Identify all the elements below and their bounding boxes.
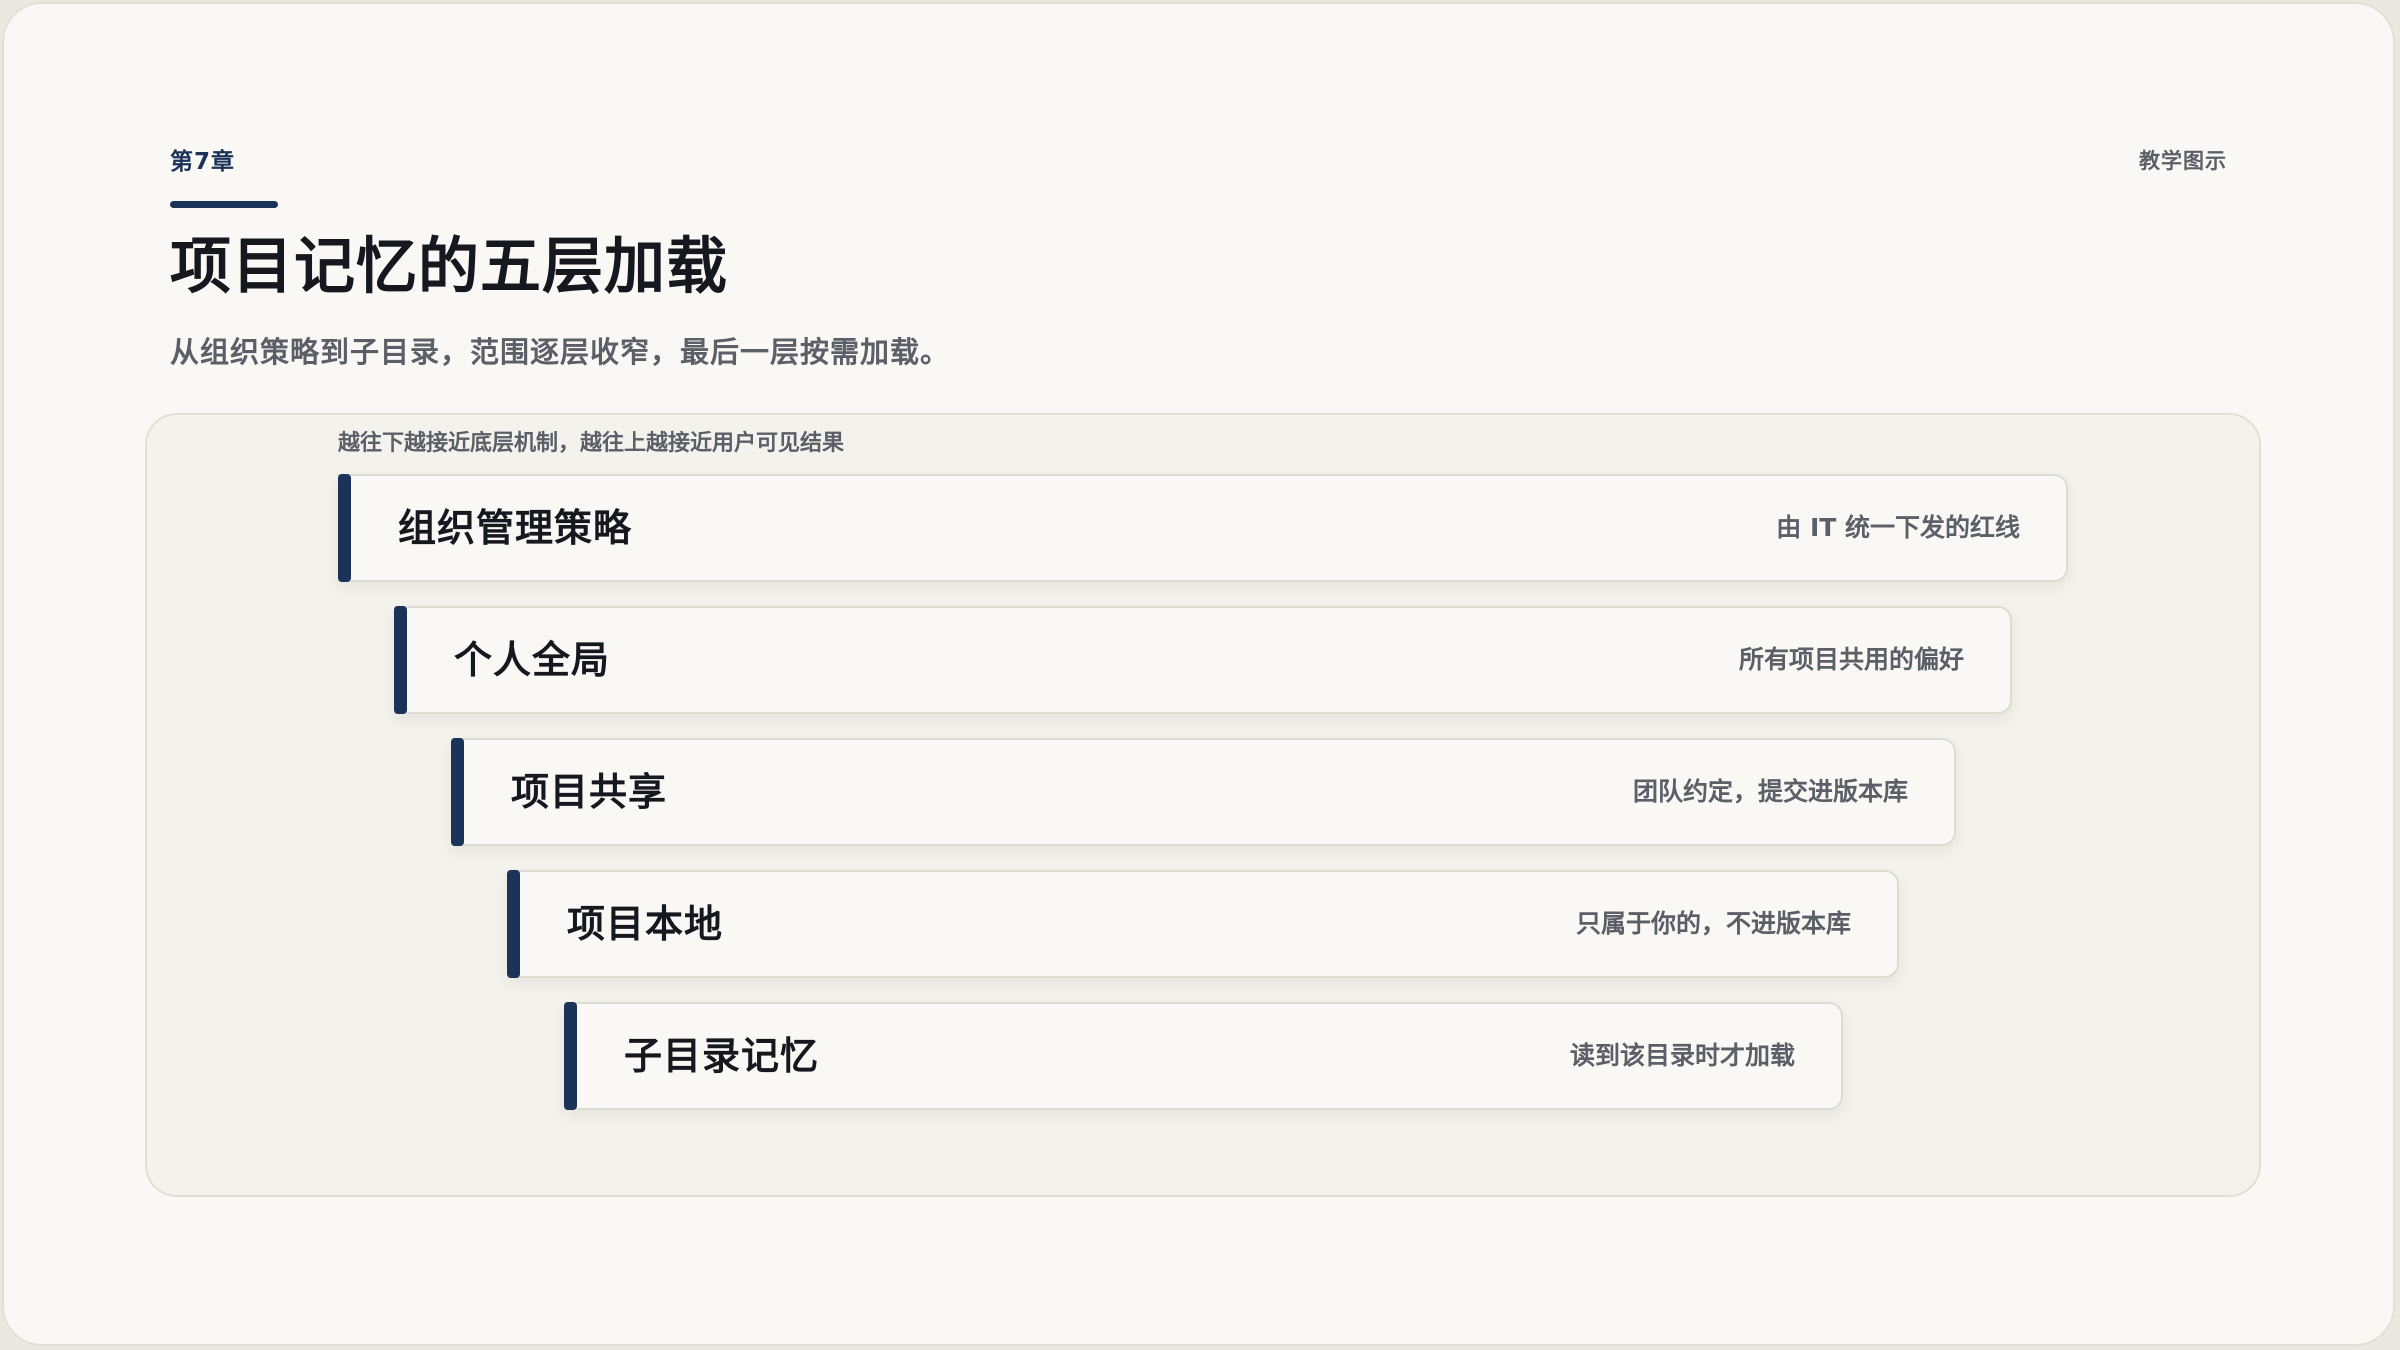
layer-project-shared: 项目共享 团队约定，提交进版本库: [451, 738, 1956, 846]
layer-subdirectory-memory: 子目录记忆 读到该目录时才加载: [564, 1002, 1843, 1110]
layer-accent-bar: [394, 606, 407, 714]
layer-name: 项目本地: [567, 902, 724, 946]
layer-name: 子目录记忆: [624, 1034, 820, 1078]
page-title: 项目记忆的五层加载: [170, 231, 729, 302]
layer-accent-bar: [507, 870, 520, 978]
layer-name: 个人全局: [454, 638, 611, 682]
layer-description: 读到该目录时才加载: [1569, 1041, 1795, 1070]
layer-description: 团队约定，提交进版本库: [1632, 777, 1908, 806]
diagram-caption: 越往下越接近底层机制，越往上越接近用户可见结果: [338, 431, 845, 456]
layer-project-local: 项目本地 只属于你的，不进版本库: [507, 870, 1899, 978]
chapter-label: 第7章: [170, 149, 236, 175]
layer-description: 只属于你的，不进版本库: [1575, 909, 1851, 938]
slide: 第7章 教学图示 项目记忆的五层加载 从组织策略到子目录，范围逐层收窄，最后一层…: [2, 2, 2395, 1346]
layer-organization-policy: 组织管理策略 由 IT 统一下发的红线: [338, 474, 2068, 582]
title-accent-bar: [170, 201, 278, 208]
layer-name: 组织管理策略: [398, 506, 633, 550]
layer-personal-global: 个人全局 所有项目共用的偏好: [394, 606, 2012, 714]
layer-name: 项目共享: [511, 770, 668, 814]
layer-description: 所有项目共用的偏好: [1738, 645, 1964, 674]
page-subtitle: 从组织策略到子目录，范围逐层收窄，最后一层按需加载。: [170, 335, 951, 369]
layer-accent-bar: [564, 1002, 577, 1110]
layer-description: 由 IT 统一下发的红线: [1776, 513, 2020, 542]
slide-tag: 教学图示: [2139, 149, 2227, 173]
layer-accent-bar: [338, 474, 351, 582]
layer-accent-bar: [451, 738, 464, 846]
